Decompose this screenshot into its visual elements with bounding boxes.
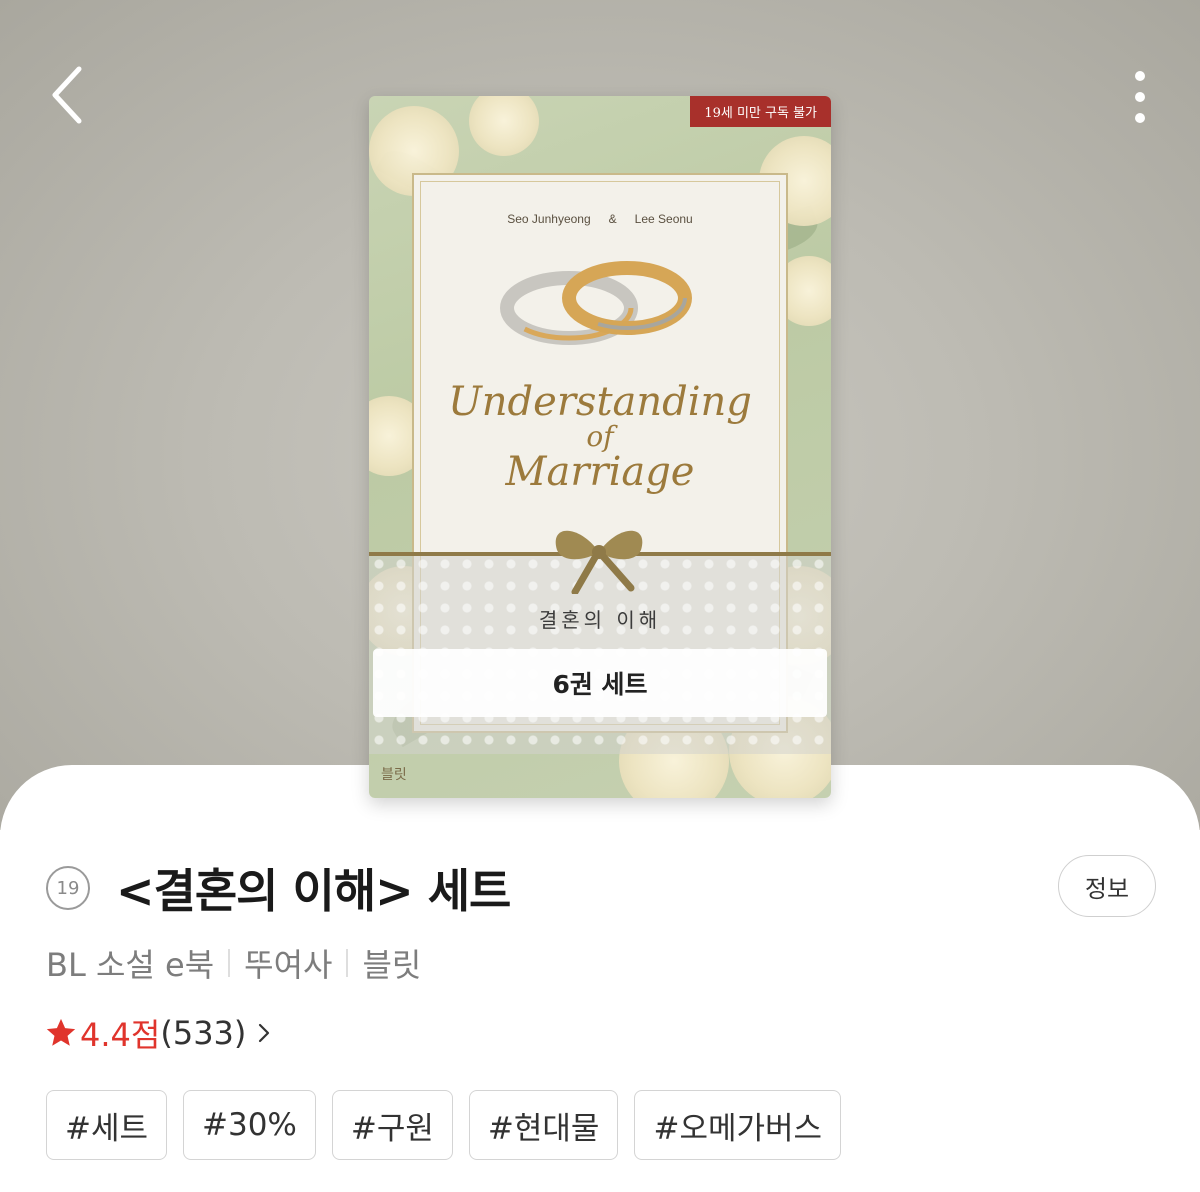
cover-script-title: Understanding of Marriage <box>448 379 752 495</box>
author-link[interactable]: 뚜여사 <box>244 940 332 986</box>
ribbon-bow-image <box>555 530 643 594</box>
divider <box>228 949 231 977</box>
publisher-link[interactable]: 블릿 <box>362 940 421 986</box>
chevron-right-icon <box>259 1023 270 1043</box>
info-button[interactable]: 정보 <box>1058 855 1156 917</box>
tag-chip[interactable]: #구원 <box>331 1090 453 1160</box>
age-19-icon: 19 <box>46 866 90 910</box>
category-link[interactable]: BL 소설 e북 <box>46 940 214 986</box>
rating-link[interactable]: 4.4점 (533) <box>44 1010 270 1056</box>
tag-chip[interactable]: #현대물 <box>468 1090 619 1160</box>
cover-authors: Seo Junhyeong & Lee Seonu <box>507 212 693 226</box>
star-icon <box>46 1018 76 1046</box>
divider <box>346 949 349 977</box>
more-options-button[interactable] <box>1120 62 1160 132</box>
tag-list: #세트 #30% #구원 #현대물 #오메가버스 <box>46 1090 842 1160</box>
rating-count: (533) <box>160 1014 247 1052</box>
cover-korean-title: 결혼의 이해 <box>538 608 662 632</box>
title-row: 19 <결혼의 이해> 세트 <box>46 855 511 921</box>
chevron-left-icon <box>52 66 82 124</box>
tag-chip[interactable]: #30% <box>183 1090 316 1160</box>
set-count-label: 6권 세트 <box>373 649 827 717</box>
book-meta: BL 소설 e북 뚜여사 블릿 <box>46 940 421 986</box>
rating-value: 4.4점 <box>80 1016 161 1054</box>
book-title: <결혼의 이해> 세트 <box>116 864 511 918</box>
book-cover[interactable]: 19세 미만 구독 불가 Seo Junhyeong & Lee Seonu U… <box>369 96 831 798</box>
back-button[interactable] <box>36 60 96 130</box>
tag-chip[interactable]: #오메가버스 <box>634 1090 842 1160</box>
publisher-logo: 블릿 <box>381 767 407 783</box>
age-restriction-badge: 19세 미만 구독 불가 <box>690 96 831 127</box>
more-vertical-icon <box>1135 71 1145 81</box>
wedding-rings-image <box>500 261 692 345</box>
tag-chip[interactable]: #세트 <box>46 1090 168 1160</box>
